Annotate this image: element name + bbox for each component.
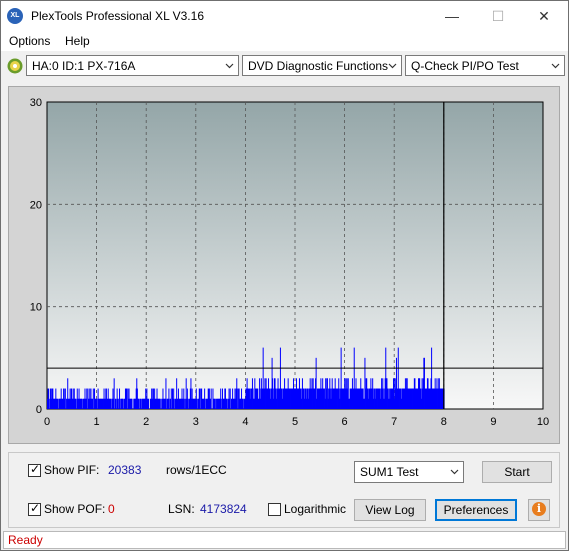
chart-bar <box>187 398 189 409</box>
chart-bar <box>48 398 50 409</box>
y-tick-label: 10 <box>30 302 42 314</box>
chart-bar <box>183 398 185 409</box>
chart-bar <box>160 398 162 409</box>
chevron-down-icon <box>551 63 560 69</box>
toolbar: HA:0 ID:1 PX-716A DVD Diagnostic Functio… <box>1 53 568 79</box>
menu-bar: Options Help <box>1 31 568 51</box>
chart-bar <box>117 398 119 409</box>
plextools-logo-icon: XL <box>7 8 23 24</box>
status-text: Ready <box>8 533 43 547</box>
maximize-button[interactable]: ☐ <box>475 1 521 31</box>
chart-bar <box>140 398 142 409</box>
chevron-down-icon <box>388 63 397 69</box>
x-tick-label: 0 <box>44 416 50 428</box>
function-select-value: DVD Diagnostic Functions <box>248 59 389 73</box>
chart-bar <box>81 398 83 409</box>
function-select[interactable]: DVD Diagnostic Functions <box>242 55 402 76</box>
x-tick-label: 8 <box>441 416 447 428</box>
lsn-value: 4173824 <box>200 502 247 516</box>
chart-bar <box>173 398 175 409</box>
x-tick-label: 4 <box>242 416 248 428</box>
x-tick-label: 9 <box>490 416 496 428</box>
y-tick-label: 30 <box>30 97 42 109</box>
logarithmic-checkbox[interactable] <box>268 503 281 516</box>
show-pif-label: Show PIF: <box>44 463 100 477</box>
chart-bar <box>126 388 128 409</box>
chart-bar <box>226 398 228 409</box>
chevron-down-icon <box>225 63 234 69</box>
chart-bar <box>196 398 198 409</box>
show-pof-checkbox[interactable]: ✓ <box>28 501 41 516</box>
chart-bar <box>168 388 170 409</box>
status-bar: Ready <box>3 531 566 549</box>
start-button[interactable]: Start <box>482 461 552 483</box>
controls-panel: ✓ Show PIF: 20383 rows/1ECC SUM1 Test St… <box>8 452 560 528</box>
lsn-label: LSN: <box>168 502 195 516</box>
x-tick-label: 2 <box>143 416 149 428</box>
chart-bar <box>236 388 238 409</box>
x-tick-label: 6 <box>342 416 348 428</box>
chart-bar <box>122 398 124 409</box>
chart-bar <box>92 388 94 409</box>
test-select[interactable]: Q-Check PI/PO Test <box>405 55 565 76</box>
chart-bar <box>110 398 112 409</box>
pif-value: 20383 <box>108 463 142 477</box>
x-tick-label: 3 <box>193 416 199 428</box>
chart-bar <box>131 398 133 409</box>
pi-po-chart: 0 1 2 3 4 5 6 7 8 9 10 0 10 20 30 <box>30 97 549 428</box>
chart-bar <box>214 398 216 409</box>
chart-bar <box>242 398 244 409</box>
info-button[interactable]: i <box>528 499 550 521</box>
show-pof-label: Show POF: <box>44 502 106 516</box>
disc-drive-icon <box>7 58 23 74</box>
logarithmic-label: Logarithmic <box>284 502 347 516</box>
chart-bar <box>138 398 140 409</box>
chart-bar <box>204 398 206 409</box>
sum-test-select[interactable]: SUM1 Test <box>354 461 464 483</box>
chart-bar <box>165 378 167 409</box>
chart-bar <box>220 398 222 409</box>
chart-bar <box>115 398 117 409</box>
minimize-button[interactable]: — <box>429 1 475 31</box>
x-tick-label: 1 <box>94 416 100 428</box>
x-tick-label: 7 <box>391 416 397 428</box>
chart-bar <box>96 398 98 409</box>
preferences-button[interactable]: Preferences <box>435 499 517 521</box>
chart-bar <box>210 388 212 409</box>
pif-unit: rows/1ECC <box>166 463 227 477</box>
chart-bar <box>57 398 59 409</box>
chart-bar <box>229 388 231 409</box>
pof-value: 0 <box>108 502 115 516</box>
drive-select[interactable]: HA:0 ID:1 PX-716A <box>26 55 239 76</box>
menu-options[interactable]: Options <box>9 34 50 48</box>
chart-bar <box>148 398 150 409</box>
show-pif-checkbox[interactable]: ✓ <box>28 462 41 477</box>
chart-bar <box>75 398 77 409</box>
chart-bar <box>86 388 88 409</box>
close-button[interactable]: ✕ <box>521 1 567 31</box>
chart-bar <box>64 388 66 409</box>
test-select-value: Q-Check PI/PO Test <box>411 59 519 73</box>
chart-bar <box>159 398 161 409</box>
x-tick-label: 5 <box>292 416 298 428</box>
title-bar: XL PlexTools Professional XL V3.16 — ☐ ✕ <box>1 1 568 31</box>
chevron-down-icon <box>450 469 459 475</box>
app-window: XL PlexTools Professional XL V3.16 — ☐ ✕… <box>0 0 569 551</box>
info-icon: i <box>532 502 546 516</box>
chart-panel: 0 1 2 3 4 5 6 7 8 9 10 0 10 20 30 <box>8 86 560 444</box>
chart-bar <box>170 388 172 409</box>
sum-test-value: SUM1 Test <box>360 465 419 479</box>
y-tick-label: 0 <box>36 404 42 416</box>
view-log-button[interactable]: View Log <box>354 499 426 521</box>
drive-select-value: HA:0 ID:1 PX-716A <box>32 59 136 73</box>
chart-bar <box>113 378 115 409</box>
menu-help[interactable]: Help <box>65 34 90 48</box>
window-title: PlexTools Professional XL V3.16 <box>31 9 204 23</box>
x-tick-label: 10 <box>537 416 549 428</box>
y-tick-label: 20 <box>30 199 42 211</box>
chart-bar <box>119 388 121 409</box>
chart-bar <box>199 388 201 409</box>
